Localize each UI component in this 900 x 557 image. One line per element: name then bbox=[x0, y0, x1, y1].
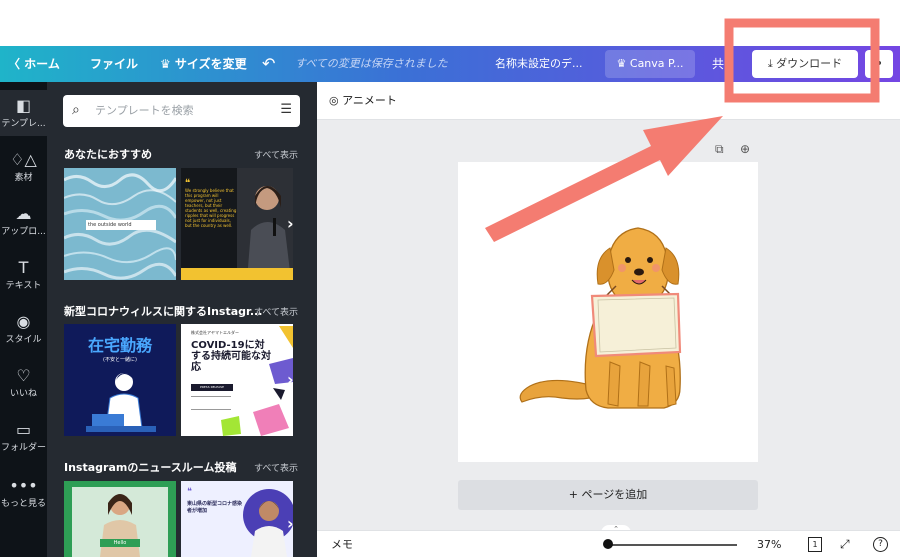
decorative-shapes bbox=[221, 326, 293, 436]
nav-item-text[interactable]: T テキスト bbox=[0, 254, 47, 300]
template-icon: ◧ bbox=[15, 96, 32, 115]
template-thumbnail[interactable]: ❝ We strongly believe that this program … bbox=[181, 168, 293, 280]
template-thumbnail[interactable]: 株式会社アヤマトエルダー COVID-19に対する持続可能な対応 PRESS R… bbox=[181, 324, 293, 436]
undo-icon[interactable]: ↶ bbox=[262, 46, 275, 82]
template-thumbnail[interactable]: 在宅勤務 (不安と一緒に) bbox=[64, 324, 176, 436]
zoom-level[interactable]: 37% bbox=[757, 531, 781, 557]
nav-label: もっと見る bbox=[0, 499, 46, 509]
nav-item-templates[interactable]: ◧ テンプレ... bbox=[0, 90, 47, 136]
home-button[interactable]: 〈 ホーム bbox=[8, 46, 60, 82]
template-thumbnail[interactable]: ❝ 東山県の新型コロナ感染者が増加 bbox=[181, 481, 293, 557]
nav-item-folders[interactable]: ▭ フォルダー bbox=[0, 416, 47, 462]
help-icon[interactable]: ? bbox=[873, 537, 888, 552]
file-menu-button[interactable]: ファイル bbox=[90, 46, 138, 82]
man-photo bbox=[243, 489, 293, 557]
template-thumbnail[interactable]: Hello bbox=[64, 481, 176, 557]
elements-icon: ♢△ bbox=[10, 150, 37, 169]
side-navigation: ◧ テンプレ... ♢△ 素材 ☁ アップロ... T テキスト ◉ スタイル … bbox=[0, 82, 47, 557]
more-icon: ••• bbox=[9, 476, 38, 495]
remote-worker-illustration bbox=[86, 373, 156, 432]
animate-icon: ◎ bbox=[329, 94, 343, 107]
section-title: あなたにおすすめ bbox=[64, 148, 152, 161]
chevron-right-icon[interactable]: › bbox=[287, 214, 301, 233]
quote-icon: ❝ bbox=[187, 487, 192, 497]
canva-editor-window: { "topbar": { "home_label": "〈 ホーム", "fi… bbox=[0, 0, 900, 557]
nav-item-style[interactable]: ◉ スタイル bbox=[0, 308, 47, 354]
more-options-icon[interactable]: • bbox=[865, 50, 893, 78]
notes-button[interactable]: メモ bbox=[331, 531, 353, 557]
section-title: 新型コロナウィルスに関するInstagr... bbox=[64, 305, 263, 318]
template-thumbnail[interactable]: the outside world bbox=[64, 168, 176, 280]
add-page-button[interactable]: + ページを追加 bbox=[458, 480, 758, 510]
search-icon: ⌕ bbox=[72, 102, 80, 118]
top-bar: 〈 ホーム ファイル ♛ サイズを変更 ↶ すべての変更は保存されました 名称未… bbox=[0, 46, 900, 82]
thumbnail-caption: Hello bbox=[100, 539, 140, 547]
dog-illustration bbox=[519, 227, 682, 409]
section-title: Instagramのニュースルーム投稿 bbox=[64, 461, 237, 474]
style-icon: ◉ bbox=[16, 312, 31, 331]
nav-item-uploads[interactable]: ☁ アップロ... bbox=[0, 200, 47, 246]
nav-label: いいね bbox=[9, 389, 37, 399]
design-editor: ◎ アニメート ⧉ ⊕ + ページを追加 ⌃ メモ 37% 1 ⤢ ? bbox=[317, 82, 900, 557]
filter-icon[interactable]: ☰ bbox=[280, 102, 292, 117]
nav-label: 素材 bbox=[14, 173, 33, 183]
upload-icon: ☁ bbox=[15, 204, 32, 223]
nav-label: テンプレ... bbox=[1, 119, 46, 129]
thumbnail-subtitle: (不安と一緒に) bbox=[103, 357, 137, 363]
page-count-icon[interactable]: 1 bbox=[808, 537, 822, 552]
nav-item-elements[interactable]: ♢△ 素材 bbox=[0, 146, 47, 192]
editor-toolbar: ◎ アニメート bbox=[317, 82, 900, 120]
see-all-link[interactable]: すべて表示 bbox=[254, 305, 298, 318]
chevron-right-icon[interactable]: › bbox=[287, 514, 301, 533]
canva-pro-button[interactable]: ♛ Canva P... bbox=[605, 50, 695, 78]
thumbnail-title: 在宅勤務 bbox=[87, 336, 152, 355]
like-icon: ♡ bbox=[16, 366, 31, 385]
add-page-icon[interactable]: ⊕ bbox=[740, 142, 750, 156]
folder-icon: ▭ bbox=[15, 420, 32, 439]
thumbnail-title: 東山県の新型コロナ感染者が増加 bbox=[187, 501, 243, 514]
thumbnail-caption: the outside world bbox=[88, 222, 132, 228]
search-input[interactable] bbox=[95, 95, 265, 127]
fullscreen-icon[interactable]: ⤢ bbox=[840, 531, 850, 557]
duplicate-page-icon[interactable]: ⧉ bbox=[715, 142, 724, 157]
status-bar: メモ 37% 1 ⤢ ? bbox=[317, 530, 900, 557]
share-button[interactable]: 共 bbox=[712, 46, 724, 82]
nav-item-more[interactable]: ••• もっと見る bbox=[0, 472, 47, 518]
nav-label: フォルダー bbox=[0, 443, 46, 453]
animate-label: アニメート bbox=[342, 94, 397, 107]
zoom-slider-track[interactable] bbox=[607, 544, 737, 546]
see-all-link[interactable]: すべて表示 bbox=[254, 461, 298, 474]
nav-item-likes[interactable]: ♡ いいね bbox=[0, 362, 47, 408]
nav-label: テキスト bbox=[5, 281, 42, 291]
footer-bar bbox=[181, 268, 293, 280]
animate-button[interactable]: ◎ アニメート bbox=[329, 82, 397, 120]
save-status: すべての変更は保存されました bbox=[295, 57, 448, 70]
nav-label: スタイル bbox=[5, 335, 42, 345]
chevron-right-icon[interactable]: › bbox=[287, 370, 301, 389]
thumbnail-quote: We strongly believe that this program wi… bbox=[185, 188, 237, 228]
download-button[interactable]: ⤓ ダウンロード bbox=[752, 50, 858, 78]
text-icon: T bbox=[18, 258, 29, 277]
document-title[interactable]: 名称未設定のデ... bbox=[495, 46, 583, 82]
nav-label: アップロ... bbox=[1, 227, 46, 237]
design-page[interactable] bbox=[458, 162, 758, 462]
template-panel: ⌕ ☰ あなたにおすすめ すべて表示 the outside world ❝ W… bbox=[47, 82, 317, 557]
download-icon: ⤓ bbox=[767, 57, 777, 70]
zoom-slider-thumb[interactable] bbox=[603, 539, 613, 549]
speaker-photo bbox=[237, 168, 293, 280]
template-search[interactable]: ⌕ ☰ bbox=[63, 95, 300, 127]
resize-button[interactable]: ♛ サイズを変更 bbox=[160, 46, 247, 82]
see-all-link[interactable]: すべて表示 bbox=[254, 148, 298, 161]
download-label: ダウンロード bbox=[776, 57, 843, 70]
